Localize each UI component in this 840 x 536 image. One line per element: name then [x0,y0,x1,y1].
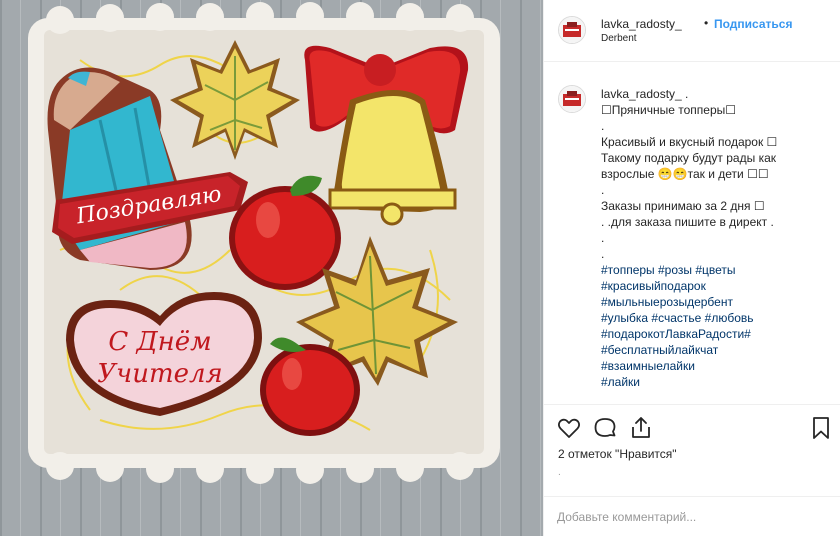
hashtag-line[interactable]: #улыбка #счастье #любовь [601,310,831,326]
comment-icon [594,418,616,437]
hashtag-line[interactable]: #бесплатныйлайкчат [601,342,831,358]
comment-button[interactable] [592,415,618,441]
hashtag-line[interactable]: #лайки [601,374,831,390]
bookmark-icon [813,417,829,439]
caption-line: Заказы принимаю за 2 дня ☐ [601,199,765,213]
post-date-dot: . [558,467,561,478]
post-header: lavka_radosty_ • Подписаться Derbent [544,0,840,62]
avatar[interactable] [558,16,586,44]
caption-line: взрослые 😁😁так и дети ☐☐ [601,167,769,181]
cookie-box-photo: Поздравляю С Днём Учителя [0,0,543,536]
likes-count[interactable]: 2 отметок "Нравится" [558,447,677,461]
caption-line: ☐Пряничные топперы☐ [601,103,737,117]
heart-text-line2: Учителя [97,359,223,389]
caption-username[interactable]: lavka_radosty_ . [601,87,688,101]
avatar-image [559,17,585,43]
caption-line: . [601,247,605,261]
hashtag-line[interactable]: #мыльныерозыдербент [601,294,831,310]
caption-text: ☐Пряничные топперы☐ . Красивый и вкусный… [601,102,831,390]
hashtag-line[interactable]: #красивыйподарок [601,278,831,294]
comment-input[interactable] [557,507,827,527]
save-button[interactable] [808,415,834,441]
caption-area: lavka_radosty_ . ☐Пряничные топперы☐ . К… [544,63,840,403]
like-button[interactable] [556,415,582,441]
caption-line: Такому подарку будут рады как [601,151,777,165]
caption-line: . [601,231,605,245]
hashtag-line[interactable]: #взаимныелайки [601,358,831,374]
hashtag-line[interactable]: #топперы #розы #цветы [601,262,831,278]
caption-line: . [601,183,605,197]
avatar-image [559,86,585,112]
comment-section [544,496,840,536]
share-button[interactable] [628,415,654,441]
hashtag-line[interactable]: #подарокотЛавкаРадости# [601,326,831,342]
caption-line: . [601,119,605,133]
username-link[interactable]: lavka_radosty_ [601,17,682,31]
post-photo[interactable]: Поздравляю С Днём Учителя [0,0,543,536]
separator-dot: • [704,16,709,30]
heart-icon [557,418,581,438]
caption-avatar[interactable] [558,85,586,113]
caption-line: . .для заказа пишите в директ . [601,215,774,229]
heart-text-line1: С Днём [108,327,211,357]
post-side-panel: lavka_radosty_ • Подписаться Derbent lav… [543,0,840,536]
location-link[interactable]: Derbent [601,33,637,44]
follow-button[interactable]: Подписаться [714,17,792,31]
share-icon [632,417,650,438]
caption-line: Красивый и вкусный подарок ☐ [601,135,778,149]
action-bar: 2 отметок "Нравится" . [544,404,840,500]
